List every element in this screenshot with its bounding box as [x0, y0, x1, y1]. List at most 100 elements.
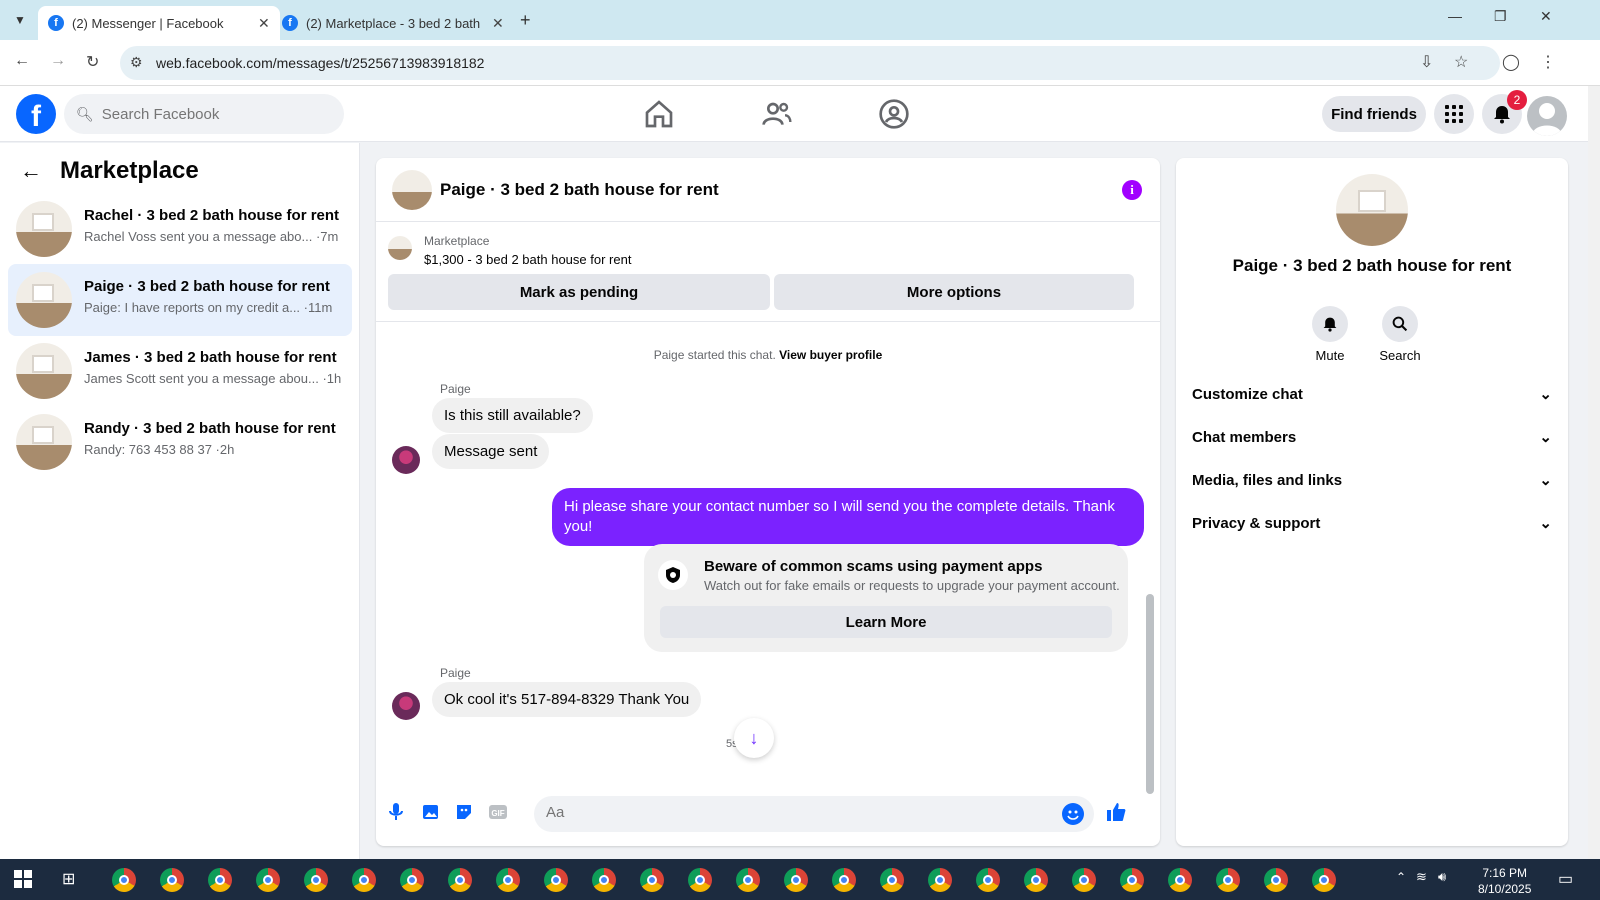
chrome-taskbar-icon[interactable] — [592, 868, 616, 892]
chrome-taskbar-icon[interactable] — [112, 868, 136, 892]
install-app-icon[interactable]: ⇩ — [1420, 52, 1433, 72]
bookmark-star-icon[interactable]: ☆ — [1454, 52, 1468, 72]
chat-header: Paige · 3 bed 2 bath house for rent i — [376, 158, 1160, 222]
close-tab-icon[interactable]: ✕ — [492, 15, 504, 32]
mute-button[interactable]: Mute — [1300, 306, 1360, 363]
notification-center-icon[interactable]: ▭ — [1558, 869, 1573, 889]
chrome-taskbar-icon[interactable] — [208, 868, 232, 892]
message-scrollbar[interactable] — [1146, 594, 1154, 794]
scam-warning-title: Beware of common scams using payment app… — [704, 558, 1043, 575]
emoji-icon[interactable] — [1062, 803, 1084, 825]
browser-tab-marketplace[interactable]: f (2) Marketplace - 3 bed 2 bath house ✕ — [272, 6, 514, 40]
menu-grid-button[interactable] — [1434, 94, 1474, 134]
message-input[interactable] — [546, 804, 1046, 821]
chrome-taskbar-icon[interactable] — [448, 868, 472, 892]
chrome-taskbar-icon[interactable] — [1120, 868, 1144, 892]
conversation-snippet: James Scott sent you a message abou... ·… — [84, 371, 342, 386]
chrome-taskbar-icon[interactable] — [1168, 868, 1192, 892]
chrome-taskbar-icon[interactable] — [1312, 868, 1336, 892]
wifi-icon[interactable]: ≋ — [1416, 869, 1427, 885]
view-buyer-profile-link[interactable]: View buyer profile — [779, 348, 882, 362]
chrome-taskbar-icon[interactable] — [304, 868, 328, 892]
conversation-item-randy[interactable]: Randy · 3 bed 2 bath house for rent Rand… — [8, 406, 352, 478]
friends-icon[interactable] — [761, 98, 793, 130]
volume-icon[interactable]: 🔊︎ — [1438, 869, 1446, 885]
restore-icon[interactable]: ❐ — [1494, 8, 1507, 25]
shield-icon — [658, 560, 688, 590]
reload-icon[interactable]: ↻ — [86, 52, 99, 72]
taskbar-clock[interactable]: 7:16 PM 8/10/2025 — [1478, 865, 1531, 897]
new-tab-icon[interactable]: + — [520, 10, 531, 31]
chrome-taskbar-icon[interactable] — [688, 868, 712, 892]
scroll-to-bottom-button[interactable]: ↓ — [734, 718, 774, 758]
account-avatar[interactable] — [1527, 96, 1567, 136]
sticker-icon[interactable] — [452, 800, 476, 824]
find-friends-button[interactable]: Find friends — [1322, 96, 1426, 132]
thumbs-up-icon[interactable] — [1104, 800, 1128, 824]
listing-price[interactable]: $1,300 - 3 bed 2 bath house for rent — [424, 252, 631, 267]
chrome-taskbar-icon[interactable] — [400, 868, 424, 892]
sender-avatar[interactable] — [392, 446, 420, 474]
chrome-taskbar-icon[interactable] — [640, 868, 664, 892]
chat-title[interactable]: Paige · 3 bed 2 bath house for rent — [440, 180, 719, 200]
more-options-button[interactable]: More options — [774, 274, 1134, 310]
chrome-taskbar-icon[interactable] — [1264, 868, 1288, 892]
profile-icon[interactable]: ◯ — [1502, 52, 1520, 72]
conversation-item-paige[interactable]: Paige · 3 bed 2 bath house for rent Paig… — [8, 264, 352, 336]
chrome-taskbar-icon[interactable] — [928, 868, 952, 892]
page-scrollbar[interactable] — [1588, 86, 1600, 859]
facebook-search[interactable]: 🔍︎ — [64, 94, 344, 134]
forward-icon[interactable]: → — [50, 52, 66, 70]
back-arrow-icon[interactable]: ← — [20, 158, 42, 184]
back-icon[interactable]: ← — [14, 52, 30, 70]
media-files-links-row[interactable]: Media, files and links ⌄ — [1192, 458, 1552, 502]
chat-members-row[interactable]: Chat members ⌄ — [1192, 415, 1552, 459]
conversation-item-james[interactable]: James · 3 bed 2 bath house for rent Jame… — [8, 335, 352, 407]
notification-badge: 2 — [1507, 90, 1527, 110]
tab-search-chevron-icon[interactable]: ▼ — [8, 8, 32, 32]
info-icon[interactable]: i — [1122, 180, 1142, 200]
omnibox[interactable]: ⚙ web.facebook.com/messages/t/2525671398… — [120, 46, 1500, 80]
close-tab-icon[interactable]: ✕ — [258, 15, 270, 32]
chrome-taskbar-icon[interactable] — [160, 868, 184, 892]
close-window-icon[interactable]: ✕ — [1540, 8, 1552, 25]
privacy-support-row[interactable]: Privacy & support ⌄ — [1192, 501, 1552, 545]
browser-menu-icon[interactable]: ⋮ — [1540, 52, 1556, 72]
mark-as-pending-button[interactable]: Mark as pending — [388, 274, 770, 310]
conversation-item-rachel[interactable]: Rachel · 3 bed 2 bath house for rent Rac… — [8, 193, 352, 265]
site-settings-icon[interactable]: ⚙ — [130, 54, 143, 71]
chrome-taskbar-icon[interactable] — [352, 868, 376, 892]
task-view-icon[interactable]: ⊞ — [62, 869, 75, 889]
chrome-taskbar-icon[interactable] — [736, 868, 760, 892]
search-conversation-button[interactable]: Search — [1370, 306, 1430, 363]
tray-chevron-up-icon[interactable]: ⌃ — [1396, 870, 1406, 884]
facebook-search-input[interactable] — [101, 105, 322, 123]
learn-more-button[interactable]: Learn More — [660, 606, 1112, 638]
sender-avatar[interactable] — [392, 692, 420, 720]
url-text[interactable]: web.facebook.com/messages/t/252567139839… — [156, 55, 484, 71]
chrome-taskbar-icon[interactable] — [544, 868, 568, 892]
customize-chat-row[interactable]: Customize chat ⌄ — [1192, 372, 1552, 416]
chrome-taskbar-icon[interactable] — [1216, 868, 1240, 892]
chat-thumbnail[interactable] — [392, 170, 432, 210]
groups-icon[interactable] — [878, 98, 910, 130]
chrome-taskbar-icon[interactable] — [496, 868, 520, 892]
chrome-taskbar-icon[interactable] — [784, 868, 808, 892]
windows-start-icon[interactable] — [14, 870, 32, 888]
chrome-taskbar-icon[interactable] — [880, 868, 904, 892]
browser-tab-messenger[interactable]: f (2) Messenger | Facebook ✕ — [38, 6, 280, 40]
chrome-taskbar-icon[interactable] — [1024, 868, 1048, 892]
photo-icon[interactable] — [418, 800, 442, 824]
home-icon[interactable] — [643, 98, 675, 130]
chrome-taskbar-icon[interactable] — [1072, 868, 1096, 892]
minimize-icon[interactable]: — — [1448, 8, 1462, 24]
microphone-icon[interactable] — [384, 800, 408, 824]
gif-icon[interactable]: GIF — [486, 800, 510, 824]
my-message-bubble: Hi please share your contact number so I… — [552, 488, 1144, 546]
windows-taskbar: ⊞ ⌃ ≋ 🔊︎ 7:16 PM 8/10/2025 ▭ — [0, 859, 1600, 900]
chrome-taskbar-icon[interactable] — [832, 868, 856, 892]
chrome-taskbar-icon[interactable] — [976, 868, 1000, 892]
listing-thumbnail[interactable] — [388, 236, 412, 260]
chrome-taskbar-icon[interactable] — [256, 868, 280, 892]
facebook-logo-icon[interactable]: f — [16, 94, 56, 134]
